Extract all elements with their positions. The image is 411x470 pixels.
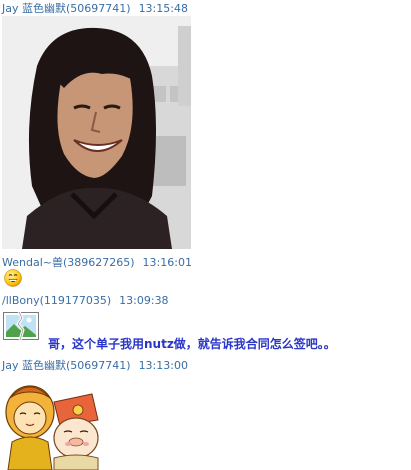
sender-name: Jay 蓝色幽默(50697741) bbox=[2, 2, 131, 15]
broken-image-icon[interactable] bbox=[3, 311, 39, 341]
message-header: Wendal~兽(389627265) 13:16:01 bbox=[2, 254, 192, 270]
message-time: 13:13:00 bbox=[138, 359, 188, 372]
grin-emoticon[interactable] bbox=[4, 269, 22, 287]
sender-name: Wendal~兽(389627265) bbox=[2, 256, 135, 269]
message-header: Jay 蓝色幽默(50697741) 13:15:48 bbox=[2, 0, 188, 16]
message-text: 哥，这个单子我用nutz做，就告诉我合同怎么签吧。。 bbox=[48, 337, 336, 351]
shared-photo[interactable] bbox=[2, 16, 191, 249]
message-header: /llBony(119177035) 13:09:38 bbox=[2, 294, 169, 307]
message-time: 13:16:01 bbox=[142, 256, 192, 269]
sender-name: /llBony(119177035) bbox=[2, 294, 112, 307]
sender-name: Jay 蓝色幽默(50697741) bbox=[2, 359, 131, 372]
chat-log: Jay 蓝色幽默(50697741) 13:15:48 Wendal~兽(389… bbox=[0, 0, 411, 470]
message-header: Jay 蓝色幽默(50697741) 13:13:00 bbox=[2, 357, 188, 373]
cartoon-sticker[interactable] bbox=[2, 372, 102, 470]
photo-image bbox=[2, 16, 191, 249]
message-time: 13:09:38 bbox=[119, 294, 169, 307]
message-time: 13:15:48 bbox=[138, 2, 188, 15]
